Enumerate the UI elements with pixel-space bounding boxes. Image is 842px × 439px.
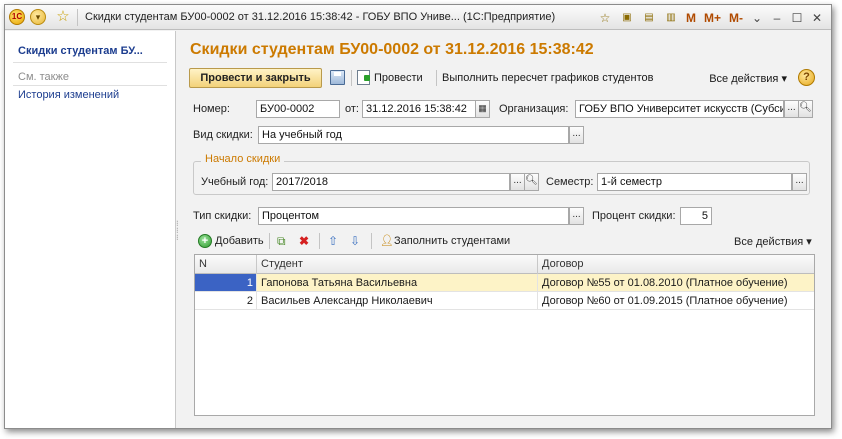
contract-cell[interactable]: Договор №60 от 01.09.2015 (Платное обуче… bbox=[542, 295, 814, 307]
toolbar-separator bbox=[351, 70, 352, 86]
all-actions-label: Все действия bbox=[709, 73, 779, 85]
date-label: от: bbox=[345, 103, 359, 115]
move-down-icon[interactable]: ⇩ bbox=[350, 234, 360, 248]
cell-divider bbox=[256, 274, 257, 291]
student-cell[interactable]: Васильев Александр Николаевич bbox=[261, 295, 533, 307]
save-icon[interactable] bbox=[330, 70, 345, 85]
title-bar-controls: ☆ ▣ ▤ ▥ M M+ M- ⌄ – ☐ ✕ bbox=[596, 8, 825, 27]
form-toolbar: Провести и закрыть Провести Выполнить пе… bbox=[189, 68, 819, 88]
discount-type-label: Тип скидки: bbox=[193, 210, 252, 222]
table-row[interactable]: 1 Гапонова Татьяна Васильевна Договор №5… bbox=[195, 274, 814, 292]
form-title: Скидки студентам БУ00-0002 от 31.12.2016… bbox=[190, 41, 594, 58]
number-field[interactable]: БУ00-0002 bbox=[256, 100, 340, 118]
discount-kind-field[interactable]: На учебный год bbox=[258, 126, 569, 144]
table-all-actions-menu[interactable]: Все действия ▾ bbox=[734, 235, 812, 248]
post-and-close-button[interactable]: Провести и закрыть bbox=[189, 68, 322, 88]
column-header-student[interactable]: Студент bbox=[261, 258, 303, 270]
discount-kind-label: Вид скидки: bbox=[193, 129, 253, 141]
add-icon[interactable]: + bbox=[198, 234, 212, 248]
main-menu-icon[interactable]: ▾ bbox=[30, 9, 46, 25]
document-form: Скидки студентам БУ00-0002 от 31.12.2016… bbox=[181, 31, 831, 428]
title-bar: 1С ▾ ☆ Скидки студентам БУ00-0002 от 31.… bbox=[5, 5, 831, 30]
students-table[interactable]: N Студент Договор 1 Гапонова Татьяна Вас… bbox=[194, 254, 815, 416]
semester-field[interactable]: 1-й семестр bbox=[597, 173, 792, 191]
nav-divider bbox=[13, 85, 167, 86]
column-header-n[interactable]: N bbox=[199, 258, 207, 270]
close-icon[interactable]: ✕ bbox=[809, 9, 825, 27]
title-separator bbox=[77, 9, 78, 26]
minimize-icon[interactable]: – bbox=[769, 9, 785, 27]
fill-students-icon[interactable]: 👤︎ bbox=[380, 234, 394, 248]
toolbar-separator bbox=[319, 233, 320, 249]
add-row-button[interactable]: Добавить bbox=[215, 235, 264, 247]
organization-search-icon[interactable]: 🔍︎ bbox=[798, 100, 813, 118]
window-title: Скидки студентам БУ00-0002 от 31.12.2016… bbox=[85, 11, 556, 23]
app-logo-icon[interactable]: 1С bbox=[9, 9, 25, 25]
discount-type-select-button[interactable]: ... bbox=[569, 207, 584, 225]
discount-percent-field[interactable]: 5 bbox=[680, 207, 712, 225]
organization-field[interactable]: ГОБУ ВПО Университет искусств (Субси bbox=[575, 100, 784, 118]
calendar-icon[interactable]: ▥ bbox=[662, 9, 680, 27]
recalc-schedules-button[interactable]: Выполнить пересчет графиков студентов bbox=[442, 72, 653, 84]
table-row[interactable]: 2 Васильев Александр Николаевич Договор … bbox=[195, 292, 814, 310]
chevron-down-icon[interactable]: ⌄ bbox=[749, 9, 765, 27]
row-number-cell[interactable]: 2 bbox=[195, 295, 256, 307]
link-icon[interactable]: ▣ bbox=[618, 9, 636, 27]
contract-cell[interactable]: Договор №55 от 01.08.2010 (Платное обуче… bbox=[542, 277, 814, 289]
column-separator[interactable] bbox=[537, 255, 538, 274]
row-number-cell[interactable]: 1 bbox=[195, 274, 256, 291]
copy-row-icon[interactable]: ⧉ bbox=[277, 234, 286, 248]
memory-m-button[interactable]: M bbox=[684, 11, 698, 25]
toolbar-separator bbox=[269, 233, 270, 249]
academic-year-field[interactable]: 2017/2018 bbox=[272, 173, 510, 191]
app-window: 1С ▾ ☆ Скидки студентам БУ00-0002 от 31.… bbox=[4, 4, 832, 429]
academic-year-label: Учебный год: bbox=[201, 176, 269, 188]
table-header: N Студент Договор bbox=[195, 255, 814, 274]
discount-kind-select-button[interactable]: ... bbox=[569, 126, 584, 144]
calculator-icon[interactable]: ▤ bbox=[640, 9, 658, 27]
nav-divider bbox=[13, 62, 167, 63]
add-favorite-icon[interactable]: ☆ bbox=[596, 9, 614, 27]
student-cell[interactable]: Гапонова Татьяна Васильевна bbox=[261, 277, 533, 289]
academic-year-select-button[interactable]: ... bbox=[510, 173, 525, 191]
all-actions-menu[interactable]: Все действия ▾ bbox=[709, 72, 787, 85]
number-label: Номер: bbox=[193, 103, 230, 115]
column-header-contract[interactable]: Договор bbox=[542, 258, 584, 270]
organization-select-button[interactable]: ... bbox=[784, 100, 799, 118]
post-icon[interactable] bbox=[357, 70, 370, 85]
cell-divider bbox=[537, 292, 538, 309]
column-separator[interactable] bbox=[256, 255, 257, 274]
favorites-star-icon[interactable]: ☆ bbox=[55, 9, 71, 25]
cell-divider bbox=[256, 292, 257, 309]
nav-see-also-header: См. также bbox=[18, 71, 69, 83]
organization-label: Организация: bbox=[499, 103, 569, 115]
date-field[interactable]: 31.12.2016 15:38:42 bbox=[362, 100, 476, 118]
help-icon[interactable]: ? bbox=[798, 69, 815, 86]
discount-type-field[interactable]: Процентом bbox=[258, 207, 569, 225]
post-button[interactable]: Провести bbox=[374, 72, 423, 84]
toolbar-separator bbox=[371, 233, 372, 249]
nav-form-title[interactable]: Скидки студентам БУ... bbox=[18, 45, 143, 57]
delete-row-icon[interactable]: ✖ bbox=[299, 234, 309, 248]
discount-start-group-title: Начало скидки bbox=[201, 153, 285, 165]
discount-percent-label: Процент скидки: bbox=[592, 210, 676, 222]
maximize-icon[interactable]: ☐ bbox=[789, 9, 805, 27]
calendar-picker-icon[interactable]: ▦ bbox=[475, 100, 490, 118]
fill-students-button[interactable]: Заполнить студентами bbox=[394, 235, 510, 247]
move-up-icon[interactable]: ⇧ bbox=[328, 234, 338, 248]
cell-divider bbox=[537, 274, 538, 291]
nav-history-link[interactable]: История изменений bbox=[18, 89, 119, 101]
semester-select-button[interactable]: ... bbox=[792, 173, 807, 191]
memory-mminus-button[interactable]: M- bbox=[727, 11, 745, 25]
memory-mplus-button[interactable]: M+ bbox=[702, 11, 723, 25]
semester-label: Семестр: bbox=[546, 176, 594, 188]
navigation-panel: Скидки студентам БУ... См. также История… bbox=[5, 31, 176, 428]
chevron-down-icon: ▾ bbox=[806, 236, 812, 248]
chevron-down-icon: ▾ bbox=[781, 73, 787, 85]
toolbar-separator bbox=[436, 70, 437, 86]
table-all-actions-label: Все действия bbox=[734, 236, 804, 248]
academic-year-search-icon[interactable]: 🔍︎ bbox=[524, 173, 539, 191]
